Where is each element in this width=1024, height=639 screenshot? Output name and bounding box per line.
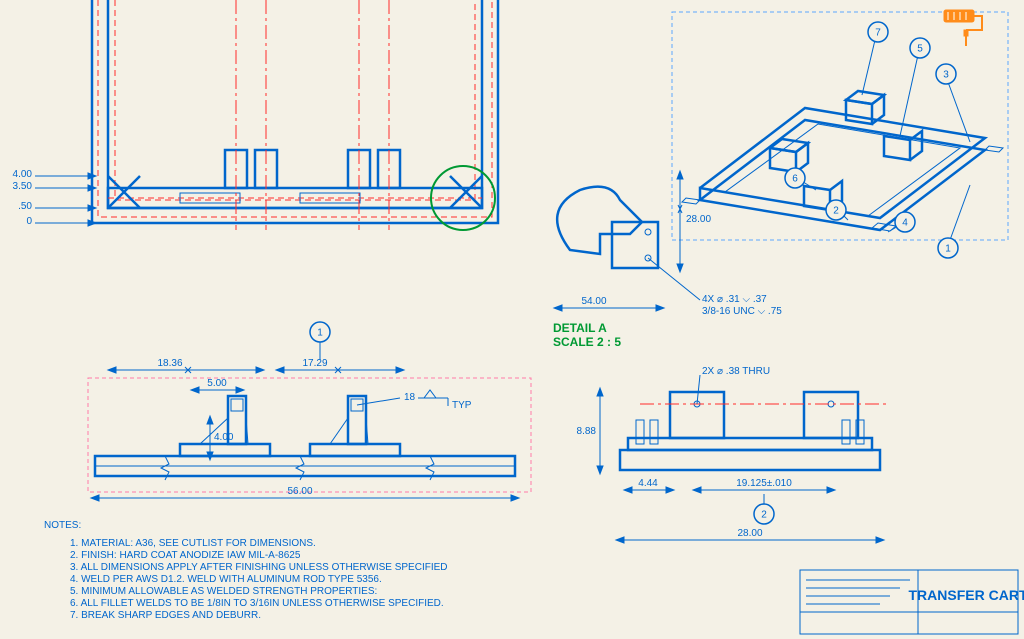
dim-17.29: 17.29 — [302, 358, 327, 369]
section-view: 1 18.36 17.29 5.00 4.00 56.00 18 TYP — [88, 322, 531, 501]
note-2: 2. FINISH: HARD COAT ANODIZE IAW MIL-A-8… — [70, 550, 301, 561]
flag-1: 1 — [310, 322, 330, 360]
svg-text:5: 5 — [917, 44, 923, 55]
note-4: 4. WELD PER AWS D1.2. WELD WITH ALUMINUM… — [70, 574, 382, 585]
detail-dim-v: 28.00 — [686, 214, 711, 225]
detail-dim-h: 54.00 — [581, 296, 606, 307]
dim-4.00v: 4.00 — [214, 432, 234, 443]
svg-text:7: 7 — [875, 28, 881, 39]
ldr-18: 18 — [404, 392, 416, 403]
plan-view: 4.00 3.50 .50 0 — [13, 0, 498, 230]
typ-label: TYP — [452, 400, 472, 411]
detail-label: DETAIL A — [553, 321, 607, 335]
svg-text:1: 1 — [317, 328, 323, 339]
dim-holes38: 2X ⌀ .38 THRU — [702, 366, 770, 377]
dim-56.00: 56.00 — [287, 486, 312, 497]
iso-view: 7 5 3 6 2 4 1 — [672, 12, 1008, 258]
dim-5.00: 5.00 — [207, 378, 227, 389]
note-3: 3. ALL DIMENSIONS APPLY AFTER FINISHING … — [70, 562, 448, 573]
svg-text:6: 6 — [792, 174, 798, 185]
note-1: 1. MATERIAL: A36, SEE CUTLIST FOR DIMENS… — [70, 538, 316, 549]
detail-scale: SCALE 2 : 5 — [553, 335, 621, 349]
balloon-5: 5 — [900, 38, 930, 136]
svg-text:2: 2 — [833, 206, 839, 217]
svg-text:1: 1 — [945, 244, 951, 255]
dim-18.36: 18.36 — [157, 358, 182, 369]
drawing-title: TRANSFER CART — [909, 587, 1024, 603]
title-block: TRANSFER CART — [800, 570, 1024, 634]
dim-0.50: .50 — [18, 201, 32, 212]
svg-text:4: 4 — [902, 218, 908, 229]
dim-8.88: 8.88 — [577, 426, 597, 437]
detail-holes1: 4X ⌀ .31 ⌵ .37 — [702, 294, 767, 305]
balloon-7: 7 — [862, 22, 888, 95]
svg-text:3: 3 — [943, 70, 949, 81]
dim-3.50: 3.50 — [13, 181, 33, 192]
right-elevation: 8.88 4.44 19.125±.010 28.00 2X ⌀ .38 THR… — [577, 366, 890, 543]
note-7: 7. BREAK SHARP EDGES AND DEBURR. — [70, 610, 261, 621]
balloon-1: 1 — [938, 185, 970, 258]
note-5: 5. MINIMUM ALLOWABLE AS WELDED STRENGTH … — [70, 586, 377, 597]
drawing-sheet: 4.00 3.50 .50 0 — [0, 0, 1024, 639]
detail-holes2: 3/8-16 UNC ⌵ .75 — [702, 306, 782, 317]
format-painter-cursor — [944, 10, 982, 46]
note-6: 6. ALL FILLET WELDS TO BE 1/8IN TO 3/16I… — [70, 598, 444, 609]
dim-4.00: 4.00 — [13, 169, 33, 180]
dim-4.44: 4.44 — [638, 478, 658, 489]
dim-0: 0 — [26, 216, 32, 227]
svg-text:2: 2 — [761, 510, 767, 521]
dim-19.125: 19.125±.010 — [736, 478, 792, 489]
balloon-2: 2 — [826, 200, 848, 220]
dim-28.00: 28.00 — [737, 528, 762, 539]
drawing-canvas[interactable]: 4.00 3.50 .50 0 — [0, 0, 1024, 639]
balloon-6: 6 — [785, 168, 816, 190]
notes-block: NOTES: 1. MATERIAL: A36, SEE CUTLIST FOR… — [44, 520, 448, 621]
balloon-2b: 2 — [754, 494, 774, 524]
detail-a: 28.00 54.00 4X ⌀ .31 ⌵ .37 3/8-16 UNC ⌵ … — [553, 171, 782, 349]
notes-header: NOTES: — [44, 520, 81, 531]
